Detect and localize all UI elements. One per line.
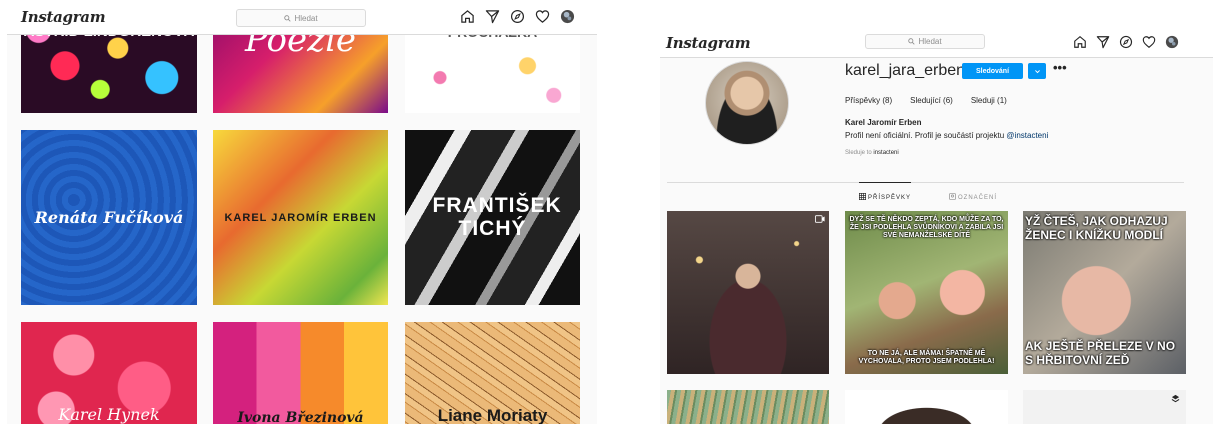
tab-tagged[interactable]: OZNAČENÍ: [949, 193, 997, 201]
profile-post-6[interactable]: [1023, 390, 1186, 424]
grid-post-frantisek-tichy[interactable]: FRANTIŠEK TICHÝ: [405, 130, 580, 305]
home-icon[interactable]: [1073, 35, 1087, 49]
following-count[interactable]: Sleduji (1): [971, 96, 1007, 105]
activity-heart-icon[interactable]: [1142, 35, 1156, 49]
tab-posts[interactable]: PŘÍSPĚVKY: [859, 182, 912, 201]
grid-post-renata-fucikova[interactable]: Renáta Fučíková: [21, 130, 197, 305]
profile-avatar[interactable]: [705, 61, 789, 145]
grid-post-karel-jaromir-erben[interactable]: KAREL JAROMÍR ERBEN: [213, 130, 388, 305]
profile-username: karel_jara_erben: [845, 62, 966, 79]
search-input[interactable]: Hledat: [865, 34, 985, 49]
profile-post-video[interactable]: [667, 211, 829, 374]
profile-post-5[interactable]: [845, 390, 1008, 424]
tag-icon: [949, 193, 957, 200]
profile-divider: [667, 182, 1184, 183]
grid-post-ivona-brezinova[interactable]: Ivona Březinová: [213, 322, 388, 424]
nav-icons: [460, 9, 575, 24]
bio-mention-link[interactable]: @instacteni: [1006, 131, 1048, 140]
suggestions-dropdown-button[interactable]: [1028, 63, 1046, 79]
direct-messages-icon[interactable]: [1096, 35, 1110, 49]
home-icon[interactable]: [460, 9, 475, 24]
tile-label: Renáta Fučíková: [34, 208, 184, 227]
meme-top-text: YŽ ČTEŠ, JAK ODHAZUJ ŽENEC I KNÍŽKU MODL…: [1025, 214, 1168, 242]
profile-bio: Profil není oficiální. Profil je součást…: [845, 131, 1048, 140]
left-screenshot: Instagram Hledat ASTRID LINDGRENOVÁ Poez…: [7, 0, 597, 424]
grid-post-karel-hynek[interactable]: Karel Hynek: [21, 322, 197, 424]
instagram-logo[interactable]: Instagram: [666, 34, 751, 52]
search-input[interactable]: Hledat: [236, 9, 366, 27]
direct-messages-icon[interactable]: [485, 9, 500, 24]
profile-post-meme-2[interactable]: YŽ ČTEŠ, JAK ODHAZUJ ŽENEC I KNÍŽKU MODL…: [1023, 211, 1186, 374]
search-icon: [284, 14, 292, 22]
search-placeholder: Hledat: [918, 37, 942, 46]
right-screenshot: Instagram Hledat karel_jara_erben Sledov…: [660, 30, 1213, 424]
tab-tagged-label: OZNAČENÍ: [958, 195, 998, 201]
tile-label: KAREL JAROMÍR ERBEN: [224, 211, 377, 224]
explore-icon[interactable]: [510, 9, 525, 24]
tile-label: Liane Moriaty: [437, 406, 548, 424]
meme-top-text: DYŽ SE TĚ NĚKDO ZEPTÁ, KDO MŮŽE ZA TO, Ž…: [849, 216, 1004, 240]
followed-by-user[interactable]: instacteni: [873, 150, 898, 156]
tab-posts-label: PŘÍSPĚVKY: [868, 195, 912, 201]
tile-label: Ivona Březinová: [237, 410, 364, 424]
instagram-logo[interactable]: Instagram: [21, 8, 106, 26]
top-navigation-bar: Instagram Hledat: [660, 30, 1213, 58]
profile-avatar-icon[interactable]: [1165, 35, 1179, 49]
posts-count: Příspěvky (8): [845, 96, 893, 105]
search-icon: [908, 38, 916, 45]
grid-post-liane-moriaty[interactable]: Liane Moriaty: [405, 322, 580, 424]
followers-count[interactable]: Sledující (6): [910, 96, 953, 105]
profile-tabs: PŘÍSPĚVKY OZNAČENÍ: [859, 182, 997, 201]
profile-avatar-icon[interactable]: [560, 9, 575, 24]
meme-bottom-text: TO NE JÁ, ALE MÁMA! ŠPATNĚ MĚ VYCHOVALA,…: [858, 349, 995, 365]
explore-icon[interactable]: [1119, 35, 1133, 49]
activity-heart-icon[interactable]: [535, 9, 550, 24]
following-button[interactable]: Sledování: [962, 63, 1023, 79]
search-placeholder: Hledat: [294, 13, 318, 23]
video-camera-icon: [815, 215, 825, 223]
followed-by: Sleduje to instacteni: [845, 150, 899, 156]
profile-stats: Příspěvky (8) Sledující (6) Sleduji (1): [845, 96, 1007, 105]
tile-label: Karel Hynek: [58, 405, 160, 424]
top-navigation-bar: Instagram Hledat: [7, 0, 597, 35]
map-layers-icon: [1171, 394, 1180, 403]
profile-full-name: Karel Jaromír Erben: [845, 118, 922, 127]
chevron-down-icon: [1034, 69, 1040, 73]
meme-bottom-text: AK JEŠTĚ PŘELEZE V NO S HŘBITOVNÍ ZEĎ: [1025, 339, 1176, 368]
nav-icons: [1073, 35, 1179, 49]
grid-icon: [859, 193, 866, 200]
followed-by-prefix: Sleduje to: [845, 150, 872, 156]
bio-text: Profil není oficiální. Profil je součást…: [845, 131, 1005, 140]
profile-post-meme-1[interactable]: DYŽ SE TĚ NĚKDO ZEPTÁ, KDO MŮŽE ZA TO, Ž…: [845, 211, 1008, 374]
profile-post-4[interactable]: [667, 390, 829, 424]
more-options-button[interactable]: •••: [1053, 61, 1067, 74]
tile-label: FRANTIŠEK TICHÝ: [432, 194, 562, 240]
